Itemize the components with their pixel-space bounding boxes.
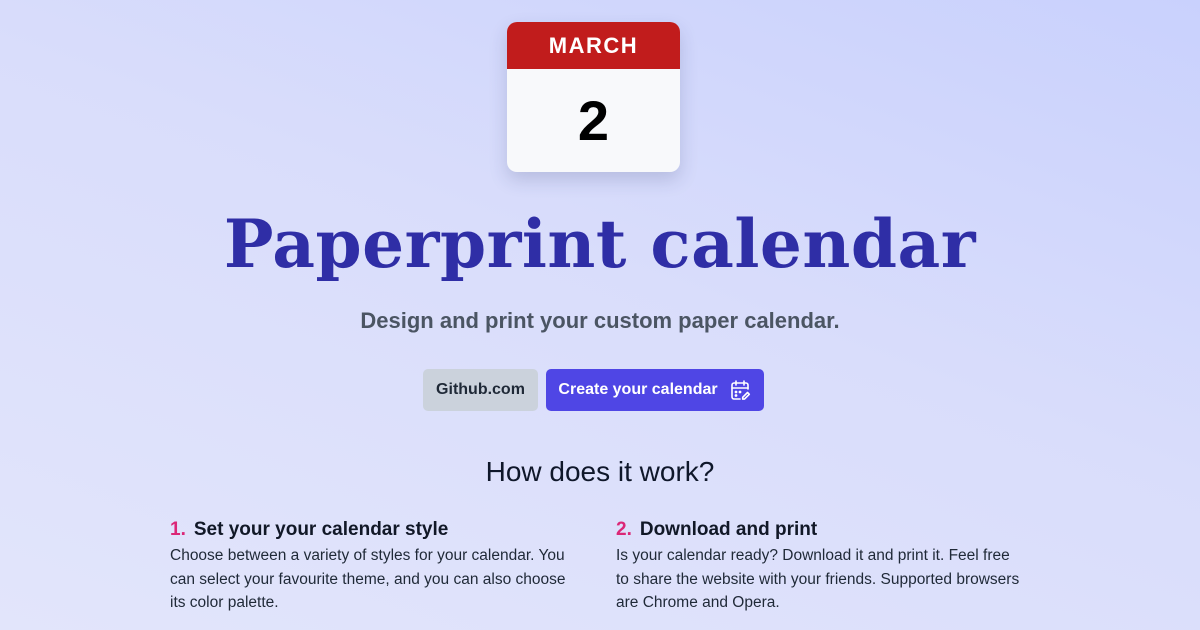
step-title: Set your your calendar style [193, 519, 449, 540]
step-description: Choose between a variety of styles for y… [170, 547, 566, 611]
calendar-day: 2 [577, 89, 610, 152]
step-heading: 2. Download and print [616, 518, 1026, 542]
step-title: Download and print [639, 519, 818, 540]
create-calendar-label: Create your calendar [558, 381, 718, 398]
how-it-works-title: How does it work? [485, 456, 715, 487]
page-subtitle: Design and print your custom paper calen… [360, 308, 840, 333]
calendar-month: MARCH [507, 22, 680, 69]
calendar-badge: MARCH 2 [507, 22, 680, 172]
step-heading: 1. Set your your calendar style [170, 518, 580, 542]
step-description: Is your calendar ready? Download it and … [616, 547, 1020, 611]
step-1: 1. Set your your calendar style Choose be… [170, 518, 580, 615]
calendar-edit-icon [728, 378, 752, 402]
create-calendar-button[interactable]: Create your calendar [546, 369, 764, 411]
step-number: 1. [170, 519, 186, 540]
page-title: Paperprint calendar [223, 205, 977, 283]
github-button[interactable]: Github.com [423, 369, 538, 411]
action-buttons: Github.com Create your calendar [423, 369, 764, 411]
github-button-label: Github.com [436, 381, 525, 398]
step-number: 2. [616, 519, 632, 540]
step-2: 2. Download and print Is your calendar re… [616, 518, 1026, 615]
